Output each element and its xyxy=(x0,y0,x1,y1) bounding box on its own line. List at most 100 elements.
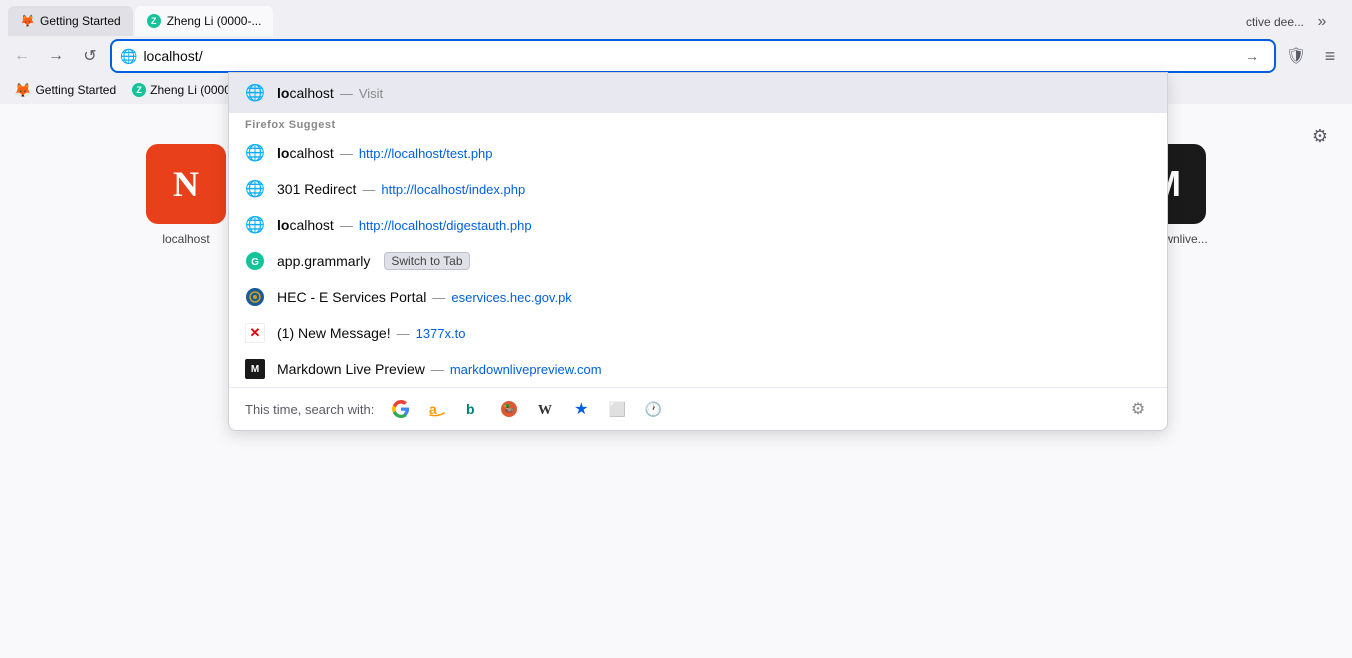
item-url-localhost-test: http://localhost/test.php xyxy=(359,146,493,161)
shield-icon: 🛡 xyxy=(1286,46,1306,66)
item-icon-markdown: M xyxy=(245,359,265,379)
tab-label-getting-started: Getting Started xyxy=(40,14,121,28)
address-input[interactable] xyxy=(143,48,1238,64)
bookmark-zheng-li-icon: Z xyxy=(132,83,146,97)
dropdown-item-grammarly[interactable]: G app.grammarly Switch to Tab xyxy=(229,243,1167,279)
address-bar-arrow-button[interactable]: → xyxy=(1238,42,1266,70)
dropdown-top-result[interactable]: 🌐 localhost — Visit xyxy=(229,73,1167,113)
back-button[interactable]: ← xyxy=(8,42,36,70)
top-result-rest: calhost xyxy=(289,85,333,101)
item-icon-grammarly: G xyxy=(245,251,265,271)
item-sep-5: — xyxy=(432,290,445,305)
search-engine-history[interactable]: 🕐 xyxy=(640,396,666,422)
search-engine-bookmarks[interactable]: ★ xyxy=(568,396,594,422)
search-settings-gear-icon: ⚙ xyxy=(1131,399,1145,419)
item-bold-3: lo xyxy=(277,217,289,233)
top-result-globe-icon: 🌐 xyxy=(245,83,265,103)
menu-button[interactable]: ≡ xyxy=(1316,42,1344,70)
star-icon: ★ xyxy=(574,399,588,419)
item-title-digest: localhost xyxy=(277,217,334,233)
forward-icon: → xyxy=(48,47,64,65)
globe-icon-3: 🌐 xyxy=(245,215,265,235)
item-icon-localhost-test: 🌐 xyxy=(245,143,265,163)
address-arrow-icon: → xyxy=(1245,48,1259,64)
item-title-1377x: (1) New Message! xyxy=(277,325,391,341)
item-sep-1: — xyxy=(340,146,353,161)
search-engine-duckduckgo[interactable]: 🦆 xyxy=(496,396,522,422)
dropdown-item-localhost-test[interactable]: 🌐 localhost — http://localhost/test.php xyxy=(229,135,1167,171)
history-icon: 🕐 xyxy=(645,401,662,418)
page-settings-button[interactable]: ⚙ xyxy=(1304,120,1336,152)
settings-gear-icon: ⚙ xyxy=(1312,126,1328,147)
nav-bar: ← → ↺ 🌐 → 🛡 ≡ xyxy=(0,36,1352,76)
tab-expand-button[interactable]: » xyxy=(1308,8,1336,36)
back-icon: ← xyxy=(14,47,30,65)
svg-text:🦆: 🦆 xyxy=(503,403,515,416)
bookmark-getting-started-icon: 🦊 xyxy=(14,82,31,99)
search-engine-google[interactable] xyxy=(388,396,414,422)
dropdown-item-1377x[interactable]: ✕ (1) New Message! — 1377x.to xyxy=(229,315,1167,351)
reload-button[interactable]: ↺ xyxy=(76,42,104,70)
bookmark-getting-started[interactable]: 🦊 Getting Started xyxy=(8,80,122,101)
dropdown-item-localhost-digest[interactable]: 🌐 localhost — http://localhost/digestaut… xyxy=(229,207,1167,243)
address-bar-dropdown: 🌐 localhost — Visit Firefox Suggest 🌐 lo… xyxy=(228,72,1168,431)
item-content-grammarly: app.grammarly Switch to Tab xyxy=(277,252,1151,270)
item-bold-1: lo xyxy=(277,145,289,161)
dropdown-item-markdown[interactable]: M Markdown Live Preview — markdownlivepr… xyxy=(229,351,1167,387)
item-sep-7: — xyxy=(431,362,444,377)
search-engine-tabs[interactable]: ⬜ xyxy=(604,396,630,422)
item-icon-301: 🌐 xyxy=(245,179,265,199)
shield-button[interactable]: 🛡 xyxy=(1282,42,1310,70)
globe-icon-1: 🌐 xyxy=(245,143,265,163)
tab-favicon-zheng-li: Z xyxy=(147,14,161,28)
firefox-suggest-header: Firefox Suggest xyxy=(229,113,1167,135)
top-result-title: localhost xyxy=(277,85,334,101)
item-content-markdown: Markdown Live Preview — markdownliveprev… xyxy=(277,361,1151,377)
item-content-301: 301 Redirect — http://localhost/index.ph… xyxy=(277,181,1151,197)
menu-icon: ≡ xyxy=(1325,46,1336,67)
item-title-hec: HEC - E Services Portal xyxy=(277,289,426,305)
tabs-icon: ⬜ xyxy=(609,401,626,418)
globe-icon-2: 🌐 xyxy=(245,179,265,199)
tab-favicon-getting-started: 🦊 xyxy=(20,14,34,28)
item-content-1377x: (1) New Message! — 1377x.to xyxy=(277,325,1151,341)
top-result-text: localhost — Visit xyxy=(277,85,1151,101)
top-site-icon-localhost: N xyxy=(146,144,226,224)
item-title-301: 301 Redirect xyxy=(277,181,356,197)
item-sep-6: — xyxy=(397,326,410,341)
bookmark-zheng-li[interactable]: Z Zheng Li (0000- xyxy=(126,81,241,99)
item-title-grammarly: app.grammarly xyxy=(277,253,370,269)
search-engine-amazon[interactable]: a xyxy=(424,396,450,422)
dropdown-item-hec[interactable]: HEC - E Services Portal — eservices.hec.… xyxy=(229,279,1167,315)
item-icon-digest: 🌐 xyxy=(245,215,265,235)
tab-bar: 🦊 Getting Started Z Zheng Li (0000-... c… xyxy=(0,0,1352,36)
item-url-digest: http://localhost/digestauth.php xyxy=(359,218,532,233)
address-bar[interactable]: 🌐 → xyxy=(110,39,1276,73)
search-with-label: This time, search with: xyxy=(245,402,374,417)
item-content-hec: HEC - E Services Portal — eservices.hec.… xyxy=(277,289,1151,305)
dropdown-item-301-redirect[interactable]: 🌐 301 Redirect — http://localhost/index.… xyxy=(229,171,1167,207)
top-site-label-localhost: localhost xyxy=(162,232,209,246)
svg-text:G: G xyxy=(251,257,259,268)
search-engine-settings-button[interactable]: ⚙ xyxy=(1125,396,1151,422)
search-engine-bing[interactable]: b xyxy=(460,396,486,422)
top-result-bold: lo xyxy=(277,85,289,101)
item-icon-hec xyxy=(245,287,265,307)
item-url-markdown: markdownlivepreview.com xyxy=(450,362,602,377)
item-title-localhost-test: localhost xyxy=(277,145,334,161)
item-sep-2: — xyxy=(362,182,375,197)
forward-button[interactable]: → xyxy=(42,42,70,70)
item-icon-1377x: ✕ xyxy=(245,323,265,343)
item-sep-3: — xyxy=(340,218,353,233)
item-content-localhost-test: localhost — http://localhost/test.php xyxy=(277,145,1151,161)
x-icon: ✕ xyxy=(250,325,261,341)
tab-zheng-li[interactable]: Z Zheng Li (0000-... xyxy=(135,6,274,36)
item-content-digest: localhost — http://localhost/digestauth.… xyxy=(277,217,1151,233)
top-result-action: Visit xyxy=(359,86,383,101)
reload-icon: ↺ xyxy=(83,46,96,66)
tab-label-zheng-li: Zheng Li (0000-... xyxy=(167,14,262,28)
tab-getting-started[interactable]: 🦊 Getting Started xyxy=(8,6,133,36)
search-engines-bar: This time, search with: a xyxy=(229,387,1167,430)
svg-text:b: b xyxy=(466,401,475,417)
search-engine-wikipedia[interactable]: W xyxy=(532,396,558,422)
